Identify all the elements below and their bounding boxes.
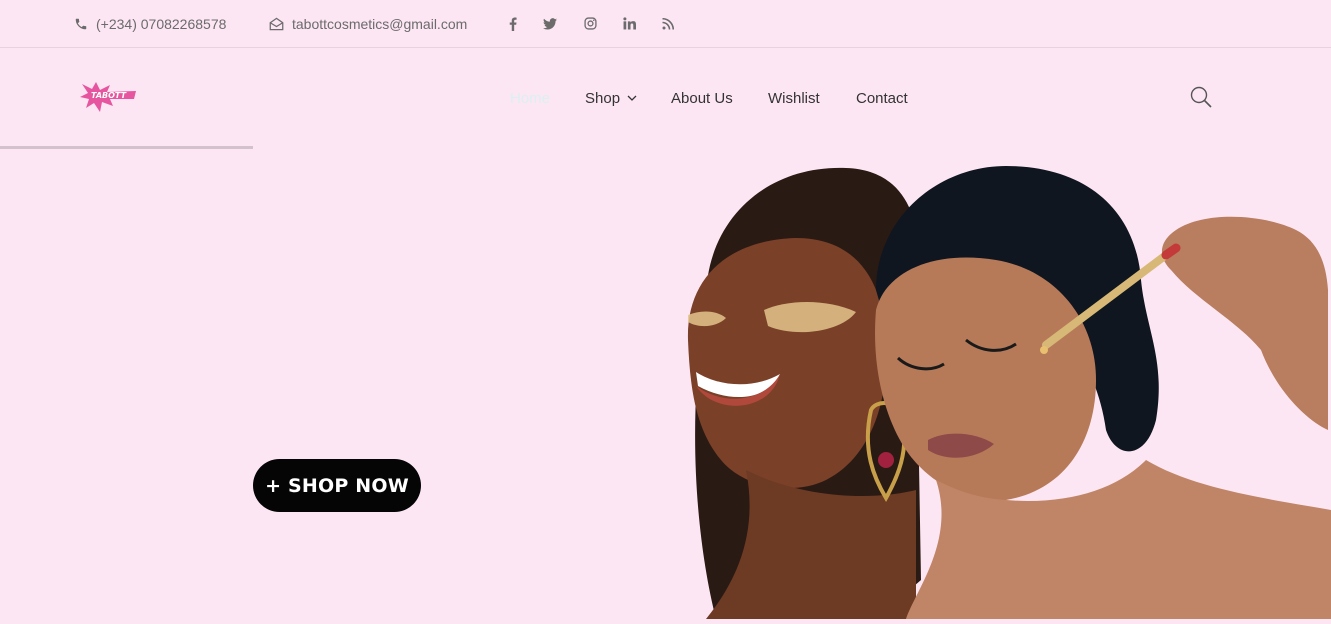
nav-about-label[interactable]: About Us bbox=[671, 90, 733, 107]
nav-wishlist-label[interactable]: Wishlist bbox=[768, 90, 820, 107]
envelope-icon bbox=[269, 17, 284, 30]
email-address: tabottcosmetics@gmail.com bbox=[292, 15, 468, 32]
logo-text: TABOTT bbox=[91, 91, 127, 100]
twitter-icon bbox=[543, 17, 557, 29]
nav-home[interactable]: Home bbox=[510, 48, 550, 148]
phone-contact[interactable]: (+234) 07082268578 bbox=[74, 0, 226, 47]
nav-contact-label[interactable]: Contact bbox=[856, 90, 908, 107]
nav-contact[interactable]: Contact bbox=[856, 48, 908, 148]
nav-home-label[interactable]: Home bbox=[510, 90, 550, 107]
nav-shop-label[interactable]: Shop bbox=[585, 90, 620, 107]
rss-link[interactable] bbox=[658, 0, 678, 47]
facebook-link[interactable] bbox=[503, 0, 523, 47]
nav-shop[interactable]: Shop bbox=[585, 48, 637, 148]
logo-splash-icon: TABOTT bbox=[80, 82, 136, 112]
linkedin-icon bbox=[622, 17, 636, 30]
facebook-icon bbox=[509, 16, 517, 31]
email-contact[interactable]: tabottcosmetics@gmail.com bbox=[269, 0, 467, 47]
search-icon bbox=[1190, 86, 1212, 108]
instagram-link[interactable] bbox=[580, 0, 600, 47]
main-header: TABOTT Home Shop About Us Wishlist Conta… bbox=[0, 48, 1331, 148]
twitter-link[interactable] bbox=[540, 0, 560, 47]
site-logo[interactable]: TABOTT bbox=[80, 81, 140, 113]
nav-wishlist[interactable]: Wishlist bbox=[768, 48, 820, 148]
rss-icon bbox=[662, 17, 674, 30]
linkedin-link[interactable] bbox=[619, 0, 639, 47]
nav-about[interactable]: About Us bbox=[671, 48, 733, 148]
search-button[interactable] bbox=[1189, 85, 1213, 109]
shop-now-button[interactable]: + SHOP NOW bbox=[253, 459, 421, 512]
instagram-icon bbox=[583, 17, 597, 30]
slider-progress-line bbox=[0, 146, 253, 149]
chevron-down-icon bbox=[627, 95, 637, 101]
top-bar: (+234) 07082268578 tabottcosmetics@gmail… bbox=[0, 0, 1331, 48]
phone-icon bbox=[75, 18, 87, 29]
hero-image bbox=[676, 160, 1331, 619]
phone-number: (+234) 07082268578 bbox=[96, 15, 227, 32]
